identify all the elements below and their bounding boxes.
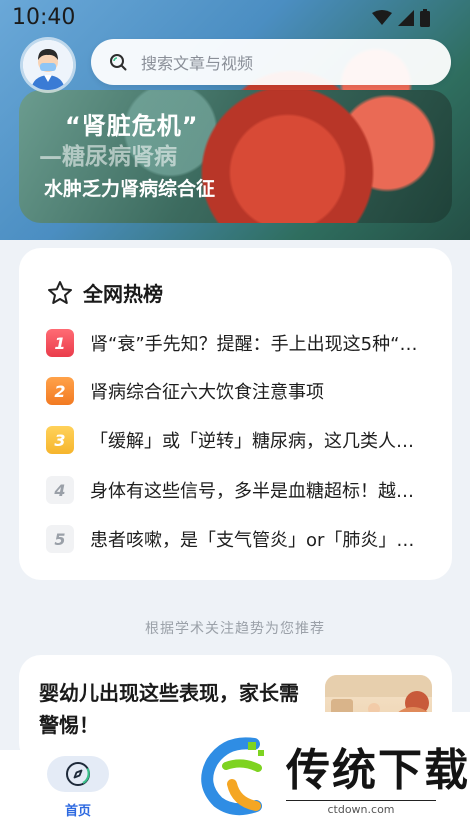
- watermark: 传统下载 ctdown.com: [184, 712, 470, 836]
- hot-list-item-text: 肾病综合征六大饮食注意事项: [90, 382, 324, 403]
- search-input[interactable]: [139, 39, 433, 87]
- status-icons: [372, 9, 430, 27]
- compass-icon: [66, 762, 90, 786]
- tab-home[interactable]: 首页: [46, 756, 110, 819]
- search-bar[interactable]: [91, 39, 451, 87]
- hot-list-item-text: 身体有这些信号，多半是血糖超标！越早知道越好: [90, 481, 424, 502]
- hot-list-item[interactable]: 2 肾病综合征六大饮食注意事项: [46, 377, 426, 405]
- status-time: 10:40: [12, 5, 76, 30]
- star-icon: [48, 280, 72, 304]
- watermark-logo-icon: [201, 737, 264, 816]
- rank-badge: 1: [46, 329, 74, 357]
- battery-icon: [420, 9, 430, 27]
- recommend-tip: 根据学术关注趋势为您推荐: [145, 621, 325, 637]
- rank-badge: 3: [46, 426, 74, 454]
- banner-title-line1: “肾脏危机”: [65, 112, 199, 140]
- banner-title-line2: —糖尿病肾病: [39, 144, 177, 170]
- banner-subtitle: 水肿乏力肾病综合征: [44, 178, 216, 200]
- watermark-url: ctdown.com: [286, 800, 436, 816]
- hot-list-item[interactable]: 4 身体有这些信号，多半是血糖超标！越早知道越好: [46, 476, 426, 504]
- hot-list-item[interactable]: 5 患者咳嗽，是「支气管炎」or「肺炎」？如何区分: [46, 525, 426, 553]
- hot-list-item-text: 肾“衰”手先知？提醒：手上出现这5种“信号”: [90, 334, 424, 355]
- tab-home-pill: [47, 756, 109, 792]
- rank-badge: 2: [46, 377, 74, 405]
- hot-list-title: 全网热榜: [83, 282, 163, 306]
- hot-list-item[interactable]: 1 肾“衰”手先知？提醒：手上出现这5种“信号”: [46, 329, 426, 357]
- search-icon: [110, 54, 127, 71]
- hot-list-card: 全网热榜 1 肾“衰”手先知？提醒：手上出现这5种“信号” 2 肾病综合征六大饮…: [19, 248, 452, 580]
- signal-icon: [398, 10, 414, 26]
- doctor-avatar-icon: [23, 40, 73, 90]
- rank-badge: 5: [46, 525, 74, 553]
- banner-card[interactable]: “肾脏危机” —糖尿病肾病 水肿乏力肾病综合征: [19, 90, 452, 223]
- watermark-text: 传统下载: [286, 745, 470, 796]
- hot-list-header: 全网热榜: [47, 278, 163, 307]
- wifi-icon: [372, 10, 392, 25]
- hot-list-item-text: 「缓解」或「逆转」糖尿病，这几类人要注意: [90, 431, 424, 452]
- user-avatar[interactable]: [23, 40, 73, 90]
- tab-home-label: 首页: [64, 804, 91, 819]
- hot-list-item-text: 患者咳嗽，是「支气管炎」or「肺炎」？如何区分: [90, 530, 424, 551]
- rank-badge: 4: [46, 476, 74, 504]
- hot-list-item[interactable]: 3 「缓解」或「逆转」糖尿病，这几类人要注意: [46, 426, 426, 454]
- status-bar: 10:40: [0, 0, 470, 36]
